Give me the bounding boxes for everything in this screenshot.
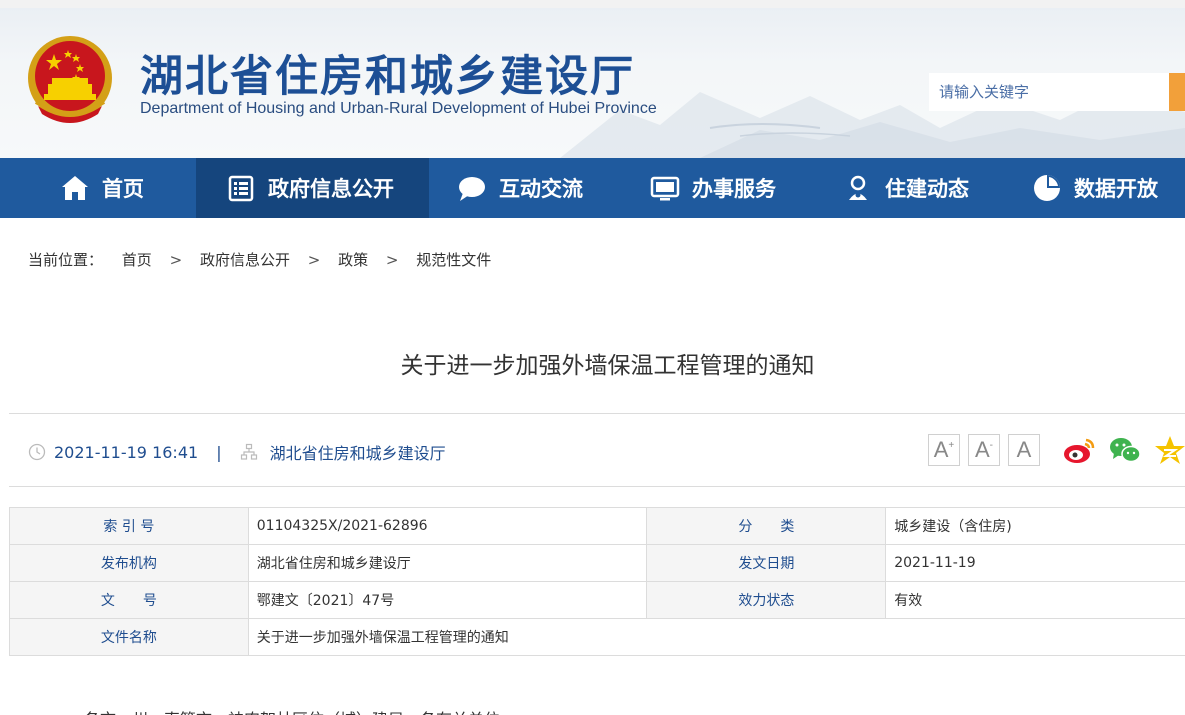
table-row: 文件名称 关于进一步加强外墙保温工程管理的通知 [9, 618, 1185, 656]
font-plus-glyph: + [948, 439, 955, 451]
monitor-icon [650, 176, 680, 201]
search-button[interactable] [1169, 73, 1185, 111]
breadcrumb-separator: > [307, 251, 321, 269]
document-name-label: 文件名称 [9, 618, 249, 656]
nav-item-label: 首页 [102, 177, 144, 201]
validity-status-value: 有效 [885, 581, 1185, 619]
nav-item-news[interactable]: 住建动态 [843, 158, 993, 218]
weibo-icon[interactable] [1062, 434, 1096, 466]
wechat-icon[interactable] [1108, 434, 1142, 466]
publish-datetime: 2021-11-19 16:41 [54, 442, 199, 462]
clock-icon [28, 443, 46, 461]
nav-item-interaction[interactable]: 互动交流 [457, 158, 607, 218]
nav-item-label: 数据开放 [1074, 177, 1158, 201]
chat-bubble-icon [459, 177, 485, 201]
font-size-reset-button[interactable]: A [1008, 434, 1040, 466]
title-divider [9, 413, 1185, 414]
nav-item-label: 政府信息公开 [268, 177, 394, 201]
validity-status-label: 效力状态 [646, 581, 887, 619]
site-subtitle: Department of Housing and Urban-Rural De… [140, 100, 657, 117]
font-minus-glyph: - [989, 439, 994, 451]
home-icon [62, 176, 88, 200]
person-badge-icon [849, 175, 867, 200]
index-number-value: 01104325X/2021-62896 [247, 507, 648, 545]
meta-separator: | [216, 442, 222, 462]
nav-item-home[interactable]: 首页 [60, 158, 190, 218]
issue-date-value: 2021-11-19 [885, 544, 1185, 582]
category-label: 分 类 [646, 507, 887, 545]
publisher: 湖北省住房和城乡建设厅 [269, 444, 446, 463]
nav-item-label: 住建动态 [885, 177, 969, 201]
font-medium-glyph: A [974, 437, 990, 462]
search-input[interactable] [929, 73, 1169, 111]
table-row: 索 引 号 01104325X/2021-62896 分 类 城乡建设（含住房) [9, 507, 1185, 545]
index-number-label: 索 引 号 [9, 507, 249, 545]
article-meta: 2021-11-19 16:41 | 湖北省住房和城乡建设厅 [28, 440, 446, 464]
font-size-decrease-button[interactable]: A- [968, 434, 1000, 466]
breadcrumb-link-home[interactable]: 首页 [122, 251, 152, 269]
nav-item-label: 办事服务 [692, 177, 776, 201]
document-info-table: 索 引 号 01104325X/2021-62896 分 类 城乡建设（含住房)… [9, 507, 1185, 656]
document-number-value: 鄂建文〔2021〕47号 [247, 581, 648, 619]
qzone-icon[interactable] [1154, 434, 1185, 466]
nav-item-open-data[interactable]: 数据开放 [1032, 158, 1185, 218]
meta-divider [9, 486, 1185, 487]
issue-date-label: 发文日期 [646, 544, 887, 582]
document-name-value: 关于进一步加强外墙保温工程管理的通知 [247, 618, 1185, 656]
issuer-value: 湖北省住房和城乡建设厅 [247, 544, 648, 582]
breadcrumb: 当前位置： 首页 > 政府信息公开 > 政策 > 规范性文件 [28, 249, 491, 270]
issuer-label: 发布机构 [9, 544, 249, 582]
table-row: 文 号 鄂建文〔2021〕47号 效力状态 有效 [9, 581, 1185, 619]
breadcrumb-prefix: 当前位置： [28, 251, 104, 269]
national-emblem-icon [28, 36, 112, 123]
breadcrumb-separator: > [169, 251, 183, 269]
document-number-label: 文 号 [9, 581, 249, 619]
nav-item-services[interactable]: 办事服务 [650, 158, 800, 218]
article-title: 关于进一步加强外墙保温工程管理的通知 [400, 353, 815, 379]
breadcrumb-link-normative-docs[interactable]: 规范性文件 [416, 251, 491, 269]
table-row: 发布机构 湖北省住房和城乡建设厅 发文日期 2021-11-19 [9, 544, 1185, 582]
breadcrumb-link-policy[interactable]: 政策 [338, 251, 368, 269]
breadcrumb-separator: > [385, 251, 399, 269]
font-small-glyph: A [1016, 437, 1032, 462]
organization-icon [240, 443, 257, 460]
nav-item-label: 互动交流 [499, 177, 583, 201]
pie-chart-icon [1034, 175, 1060, 201]
font-size-increase-button[interactable]: A + [928, 434, 960, 466]
nav-item-gov-info[interactable]: 政府信息公开 [196, 158, 429, 218]
article-body-first-line: 各市、州、直管市、神农架林区住（城）建局，各有关单位： [84, 706, 516, 715]
site-header: 湖北省住房和城乡建设厅 Department of Housing and Ur… [0, 0, 1185, 158]
site-title: 湖北省住房和城乡建设厅 [140, 52, 635, 102]
font-large-glyph: A [933, 437, 949, 462]
breadcrumb-link-gov-info[interactable]: 政府信息公开 [200, 251, 290, 269]
category-value: 城乡建设（含住房) [885, 507, 1185, 545]
document-list-icon [228, 175, 254, 202]
main-nav: 首页 政府信息公开 互动交流 办事服务 住建动态 数据开放 [0, 158, 1185, 218]
